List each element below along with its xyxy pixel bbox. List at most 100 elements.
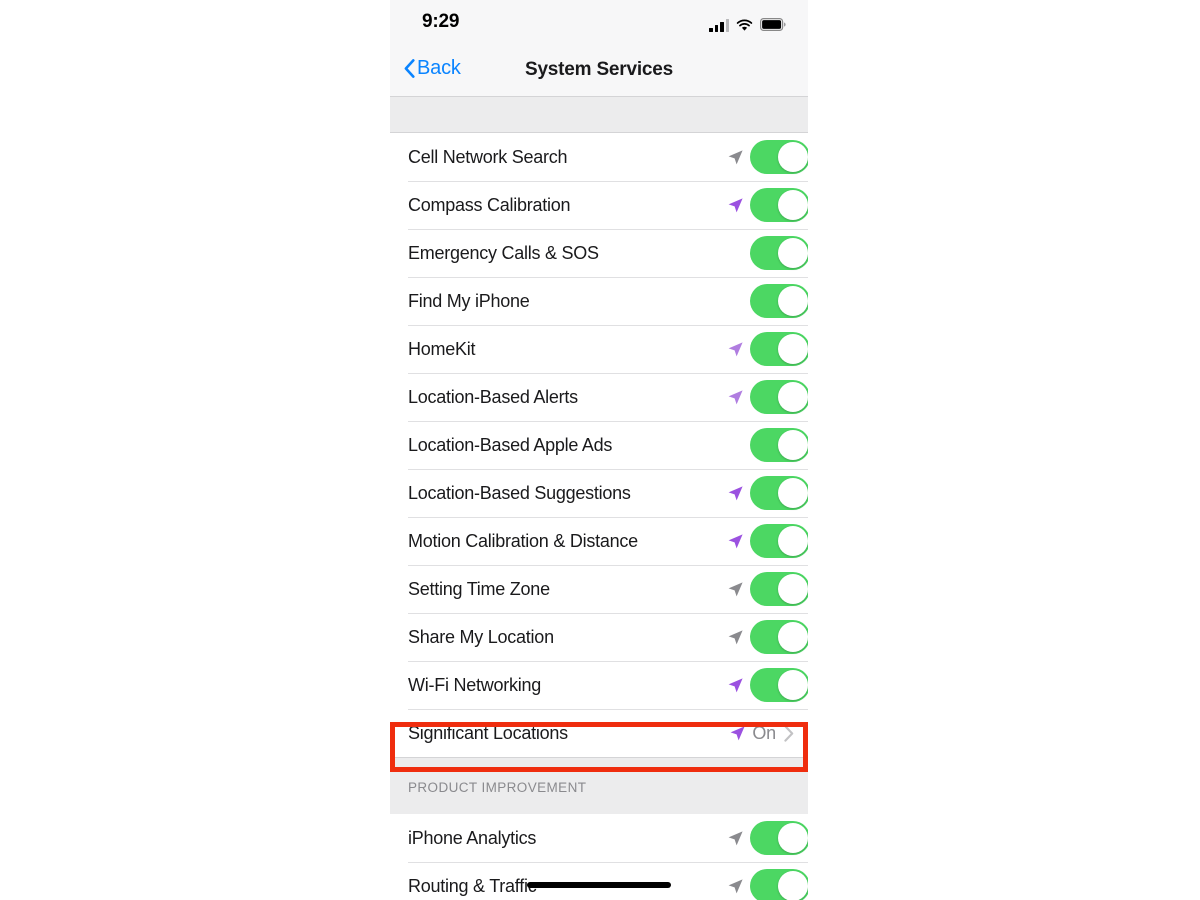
location-services-arrow-icon <box>728 830 743 845</box>
settings-row-label: Setting Time Zone <box>408 578 550 599</box>
settings-row-label: Significant Locations <box>408 722 568 743</box>
settings-row-label: Location-Based Alerts <box>408 386 578 407</box>
settings-row-label: Compass Calibration <box>408 194 571 215</box>
status-bar-time: 9:29 <box>422 11 460 32</box>
toggle-switch[interactable] <box>750 332 808 366</box>
location-services-arrow-icon <box>728 149 743 164</box>
toggle-switch[interactable] <box>750 140 808 174</box>
location-services-arrow-icon <box>728 878 743 893</box>
settings-row[interactable]: iPhone Analytics <box>390 814 808 862</box>
settings-row-accessory <box>727 277 808 325</box>
settings-row[interactable]: Share My Location <box>390 613 808 661</box>
toggle-knob <box>778 286 808 316</box>
toggle-knob <box>778 823 808 853</box>
toggle-knob <box>778 871 808 900</box>
settings-row[interactable]: Motion Calibration & Distance <box>390 517 808 565</box>
settings-row-value: On <box>752 722 776 743</box>
settings-row[interactable]: Location-Based Alerts <box>390 373 808 421</box>
settings-row-label: Cell Network Search <box>408 146 568 167</box>
location-services-arrow-icon <box>728 341 743 356</box>
screenshot-canvas: 9:29 Back System Services Cell Network S… <box>0 0 1200 900</box>
settings-row-accessory <box>727 325 808 373</box>
settings-row[interactable]: HomeKit <box>390 325 808 373</box>
settings-row-accessory <box>727 469 808 517</box>
location-services-arrow-icon <box>730 725 745 740</box>
settings-row-accessory <box>727 565 808 613</box>
location-services-arrow-icon <box>728 677 743 692</box>
toggle-switch[interactable] <box>750 821 808 855</box>
home-indicator[interactable] <box>527 882 671 888</box>
settings-row[interactable]: Setting Time Zone <box>390 565 808 613</box>
iphone-screen: 9:29 Back System Services Cell Network S… <box>390 0 808 900</box>
list-section-spacer <box>390 96 808 133</box>
settings-row[interactable]: Compass Calibration <box>390 181 808 229</box>
settings-row-label: Location-Based Suggestions <box>408 482 631 503</box>
settings-row-label: Location-Based Apple Ads <box>408 434 613 455</box>
settings-row-accessory <box>727 229 808 277</box>
toggle-knob <box>778 334 808 364</box>
toggle-knob <box>778 238 808 268</box>
settings-row-label: Share My Location <box>408 626 554 647</box>
location-services-arrow-icon <box>728 629 743 644</box>
navigation-bar: Back System Services <box>390 48 808 96</box>
toggle-knob <box>778 142 808 172</box>
settings-row[interactable]: Location-Based Suggestions <box>390 469 808 517</box>
toggle-switch[interactable] <box>750 188 808 222</box>
toggle-switch[interactable] <box>750 380 808 414</box>
settings-row[interactable]: Cell Network Search <box>390 133 808 181</box>
settings-row-label: Routing & Traffic <box>408 875 537 896</box>
list-group: Cell Network Search Compass Calibration Em… <box>390 133 808 757</box>
toggle-switch[interactable] <box>750 284 808 318</box>
toggle-knob <box>778 478 808 508</box>
toggle-switch[interactable] <box>750 869 808 900</box>
settings-row-accessory <box>727 862 808 900</box>
settings-row-accessory <box>727 133 808 181</box>
toggle-switch[interactable] <box>750 524 808 558</box>
settings-row[interactable]: Routing & Traffic <box>390 862 808 900</box>
toggle-knob <box>778 574 808 604</box>
settings-row[interactable]: Significant Locations On <box>390 709 808 757</box>
toggle-switch[interactable] <box>750 236 808 270</box>
toggle-switch[interactable] <box>750 572 808 606</box>
settings-row-accessory <box>727 373 808 421</box>
toggle-knob <box>778 526 808 556</box>
settings-row-accessory <box>727 517 808 565</box>
settings-row-accessory <box>727 613 808 661</box>
toggle-switch[interactable] <box>750 620 808 654</box>
settings-row-label: Motion Calibration & Distance <box>408 530 638 551</box>
status-bar: 9:29 <box>390 0 808 48</box>
location-services-arrow-icon <box>728 485 743 500</box>
settings-row-label: Find My iPhone <box>408 290 530 311</box>
page-title: System Services <box>524 59 674 80</box>
location-services-arrow-icon <box>728 533 743 548</box>
toggle-knob <box>778 670 808 700</box>
settings-row-accessory <box>727 661 808 709</box>
settings-row-accessory <box>727 814 808 862</box>
settings-row[interactable]: Location-Based Apple Ads <box>390 421 808 469</box>
settings-list: Cell Network Search Compass Calibration Em… <box>390 96 808 900</box>
settings-row-label: Emergency Calls & SOS <box>408 242 599 263</box>
settings-row-label: HomeKit <box>408 338 476 359</box>
settings-row-label: Wi-Fi Networking <box>408 674 542 695</box>
toggle-switch[interactable] <box>750 428 808 462</box>
toggle-knob <box>778 190 808 220</box>
settings-row[interactable]: Emergency Calls & SOS <box>390 229 808 277</box>
toggle-switch[interactable] <box>750 476 808 510</box>
settings-row[interactable]: Wi-Fi Networking <box>390 661 808 709</box>
settings-row-accessory <box>727 181 808 229</box>
toggle-switch[interactable] <box>750 668 808 702</box>
wifi-icon <box>736 19 753 31</box>
toggle-knob <box>778 382 808 412</box>
location-services-arrow-icon <box>728 581 743 596</box>
list-section-header: PRODUCT IMPROVEMENT <box>390 757 808 814</box>
location-services-arrow-icon <box>728 197 743 212</box>
toggle-knob <box>778 430 808 460</box>
location-services-arrow-icon <box>728 389 743 404</box>
toggle-knob <box>778 622 808 652</box>
status-bar-icons <box>709 14 786 32</box>
settings-row-accessory: On <box>729 709 808 757</box>
settings-row-label: iPhone Analytics <box>408 827 537 848</box>
settings-row-accessory <box>727 421 808 469</box>
chevron-right-icon <box>784 724 794 742</box>
settings-row[interactable]: Find My iPhone <box>390 277 808 325</box>
